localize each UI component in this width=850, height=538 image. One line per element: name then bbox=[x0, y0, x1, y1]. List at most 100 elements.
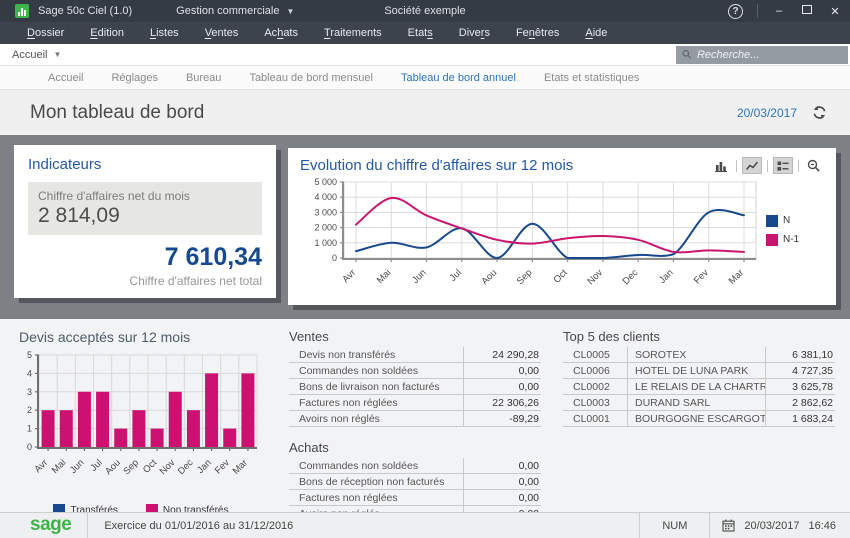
revenue-chart-card: Evolution du chiffre d'affaires sur 12 m… bbox=[288, 148, 836, 305]
client-amount: 4 727,35 bbox=[765, 363, 835, 378]
row-value: 0,00 bbox=[463, 458, 541, 473]
sales-table: Devis non transférés24 290,28Commandes n… bbox=[289, 347, 541, 427]
maximize-button[interactable] bbox=[800, 5, 814, 17]
revenue-chart-title: Evolution du chiffre d'affaires sur 12 m… bbox=[300, 157, 573, 174]
client-row-cl0005[interactable]: CL0005SOROTEX6 381,10 bbox=[563, 347, 835, 363]
svg-text:4 000: 4 000 bbox=[314, 192, 337, 202]
search-box[interactable] bbox=[676, 46, 848, 64]
client-name: BOURGOGNE ESCARGOT bbox=[627, 411, 765, 426]
sales-row-bons-de-livraison-non-factures[interactable]: Bons de livraison non facturés0,00 bbox=[289, 379, 541, 395]
bar-chart-icon-button[interactable] bbox=[711, 157, 731, 174]
legend-item-non-transferes: Non transférés bbox=[146, 504, 229, 512]
tab-accueil[interactable]: Accueil bbox=[34, 66, 97, 90]
svg-text:Avr: Avr bbox=[32, 457, 50, 475]
legend-item-transferes: Transférés bbox=[53, 504, 117, 512]
minimize-button[interactable]: – bbox=[772, 5, 786, 17]
maximize-icon bbox=[802, 5, 812, 14]
sales-row-factures-non-reglees[interactable]: Factures non réglées22 306,26 bbox=[289, 395, 541, 411]
menu-item-ventes[interactable]: Ventes bbox=[192, 22, 252, 44]
indicators-title: Indicateurs bbox=[28, 156, 262, 173]
svg-text:1: 1 bbox=[27, 424, 32, 434]
svg-text:3: 3 bbox=[27, 387, 32, 397]
client-row-cl0006[interactable]: CL0006HOTEL DE LUNA PARK4 727,35 bbox=[563, 363, 835, 379]
menu-item-etats[interactable]: Etats bbox=[395, 22, 446, 44]
home-tab[interactable]: Accueil ▼ bbox=[0, 49, 69, 61]
calendar-icon bbox=[722, 519, 735, 532]
menu-item-divers[interactable]: Divers bbox=[446, 22, 503, 44]
legend-icon-button[interactable] bbox=[773, 157, 793, 174]
refresh-icon bbox=[811, 104, 828, 121]
sales-row-avoirs-non-regles[interactable]: Avoirs non réglés-89,29 bbox=[289, 411, 541, 427]
row-label: Commandes non soldées bbox=[289, 365, 463, 377]
help-button[interactable]: ? bbox=[728, 4, 743, 19]
line-chart-icon bbox=[744, 158, 760, 174]
menu-item-dossier[interactable]: Dossier bbox=[14, 22, 77, 44]
quotes-chart-panel: Devis acceptés sur 12 mois 012345AvrMaiJ… bbox=[15, 327, 267, 512]
client-code: CL0005 bbox=[563, 347, 627, 362]
svg-text:Fev: Fev bbox=[213, 457, 232, 476]
tab-tableau-de-bord-annuel[interactable]: Tableau de bord annuel bbox=[387, 66, 530, 90]
svg-text:5: 5 bbox=[27, 350, 32, 360]
client-row-cl0002[interactable]: CL0002LE RELAIS DE LA CHARTREUSE3 625,78 bbox=[563, 379, 835, 395]
purchases-table: Commandes non soldées0,00Bons de récepti… bbox=[289, 458, 541, 512]
client-row-cl0003[interactable]: CL0003DURAND SARL2 862,62 bbox=[563, 395, 835, 411]
client-row-cl0001[interactable]: CL0001BOURGOGNE ESCARGOT1 683,24 bbox=[563, 411, 835, 427]
close-button[interactable]: ✕ bbox=[828, 5, 842, 18]
svg-text:Sep: Sep bbox=[515, 267, 535, 287]
dashboard-date: 20/03/2017 bbox=[737, 106, 797, 120]
svg-text:Aou: Aou bbox=[479, 267, 499, 287]
monthly-revenue-value: 2 814,09 bbox=[38, 204, 252, 228]
row-label: Avoirs non réglés bbox=[289, 413, 463, 425]
menu-item-traitements[interactable]: Traitements bbox=[311, 22, 395, 44]
client-amount: 3 625,78 bbox=[765, 379, 835, 394]
svg-text:Jul: Jul bbox=[448, 267, 464, 283]
status-date: 20/03/2017 bbox=[744, 520, 799, 532]
svg-text:Mai: Mai bbox=[50, 457, 69, 476]
svg-text:Oct: Oct bbox=[141, 457, 159, 475]
purchases-row-factures-non-reglees[interactable]: Factures non réglées0,00 bbox=[289, 490, 541, 506]
menubar: DossierEditionListesVentesAchatsTraiteme… bbox=[0, 22, 850, 44]
client-name: HOTEL DE LUNA PARK bbox=[627, 363, 765, 378]
tab-bureau[interactable]: Bureau bbox=[172, 66, 235, 90]
menu-item-fenetres[interactable]: Fenêtres bbox=[503, 22, 572, 44]
sales-row-devis-non-transferes[interactable]: Devis non transférés24 290,28 bbox=[289, 347, 541, 363]
svg-text:Fev: Fev bbox=[692, 267, 711, 286]
legend-label: Transférés bbox=[70, 505, 117, 513]
refresh-button[interactable] bbox=[811, 104, 828, 121]
purchases-row-bons-de-reception-non-factures[interactable]: Bons de réception non facturés0,00 bbox=[289, 474, 541, 490]
numlock-indicator: NUM bbox=[640, 520, 709, 532]
app-title: Sage 50c Ciel (1.0) bbox=[38, 5, 132, 17]
menu-item-listes[interactable]: Listes bbox=[137, 22, 192, 44]
purchases-row-commandes-non-soldees[interactable]: Commandes non soldées0,00 bbox=[289, 458, 541, 474]
sales-purchases-panel: Ventes Devis non transférés24 290,28Comm… bbox=[289, 327, 541, 512]
tab-reglages[interactable]: Réglages bbox=[97, 66, 171, 90]
bar-chart-legend: Transférés Non transférés bbox=[15, 504, 267, 512]
tab-tableau-de-bord-mensuel[interactable]: Tableau de bord mensuel bbox=[235, 66, 387, 90]
sales-row-commandes-non-soldees[interactable]: Commandes non soldées0,00 bbox=[289, 363, 541, 379]
toolbar-separator bbox=[736, 160, 737, 172]
row-label: Bons de réception non facturés bbox=[289, 476, 463, 488]
menu-item-edition[interactable]: Edition bbox=[77, 22, 137, 44]
search-input[interactable] bbox=[697, 49, 842, 61]
menu-item-achats[interactable]: Achats bbox=[251, 22, 311, 44]
zoom-icon-button[interactable] bbox=[804, 157, 824, 174]
menu-item-aide[interactable]: Aide bbox=[572, 22, 620, 44]
row-label: Commandes non soldées bbox=[289, 460, 463, 472]
search-icon bbox=[682, 49, 692, 60]
sales-section-title: Ventes bbox=[289, 329, 541, 344]
revenue-line-chart: 01 0002 0003 0004 0005 000AvrMaiJunJulAo… bbox=[300, 174, 762, 300]
legend-item-n: N bbox=[766, 215, 799, 227]
statusbar: sage Exercice du 01/01/2016 au 31/12/201… bbox=[0, 512, 850, 538]
titlebar-separator bbox=[757, 4, 758, 18]
row-value: 0,00 bbox=[463, 474, 541, 489]
svg-text:3 000: 3 000 bbox=[314, 207, 337, 217]
row-value: 0,00 bbox=[463, 490, 541, 505]
quotes-chart-title: Devis acceptés sur 12 mois bbox=[19, 329, 267, 345]
module-selector[interactable]: Gestion commerciale ▼ bbox=[176, 5, 294, 17]
svg-text:2: 2 bbox=[27, 405, 32, 415]
line-chart-icon-button[interactable] bbox=[742, 157, 762, 174]
tab-etats-et-statistiques[interactable]: Etats et statistiques bbox=[530, 66, 653, 90]
legend-swatch bbox=[766, 234, 778, 246]
svg-text:Oct: Oct bbox=[552, 267, 570, 285]
client-code: CL0002 bbox=[563, 379, 627, 394]
